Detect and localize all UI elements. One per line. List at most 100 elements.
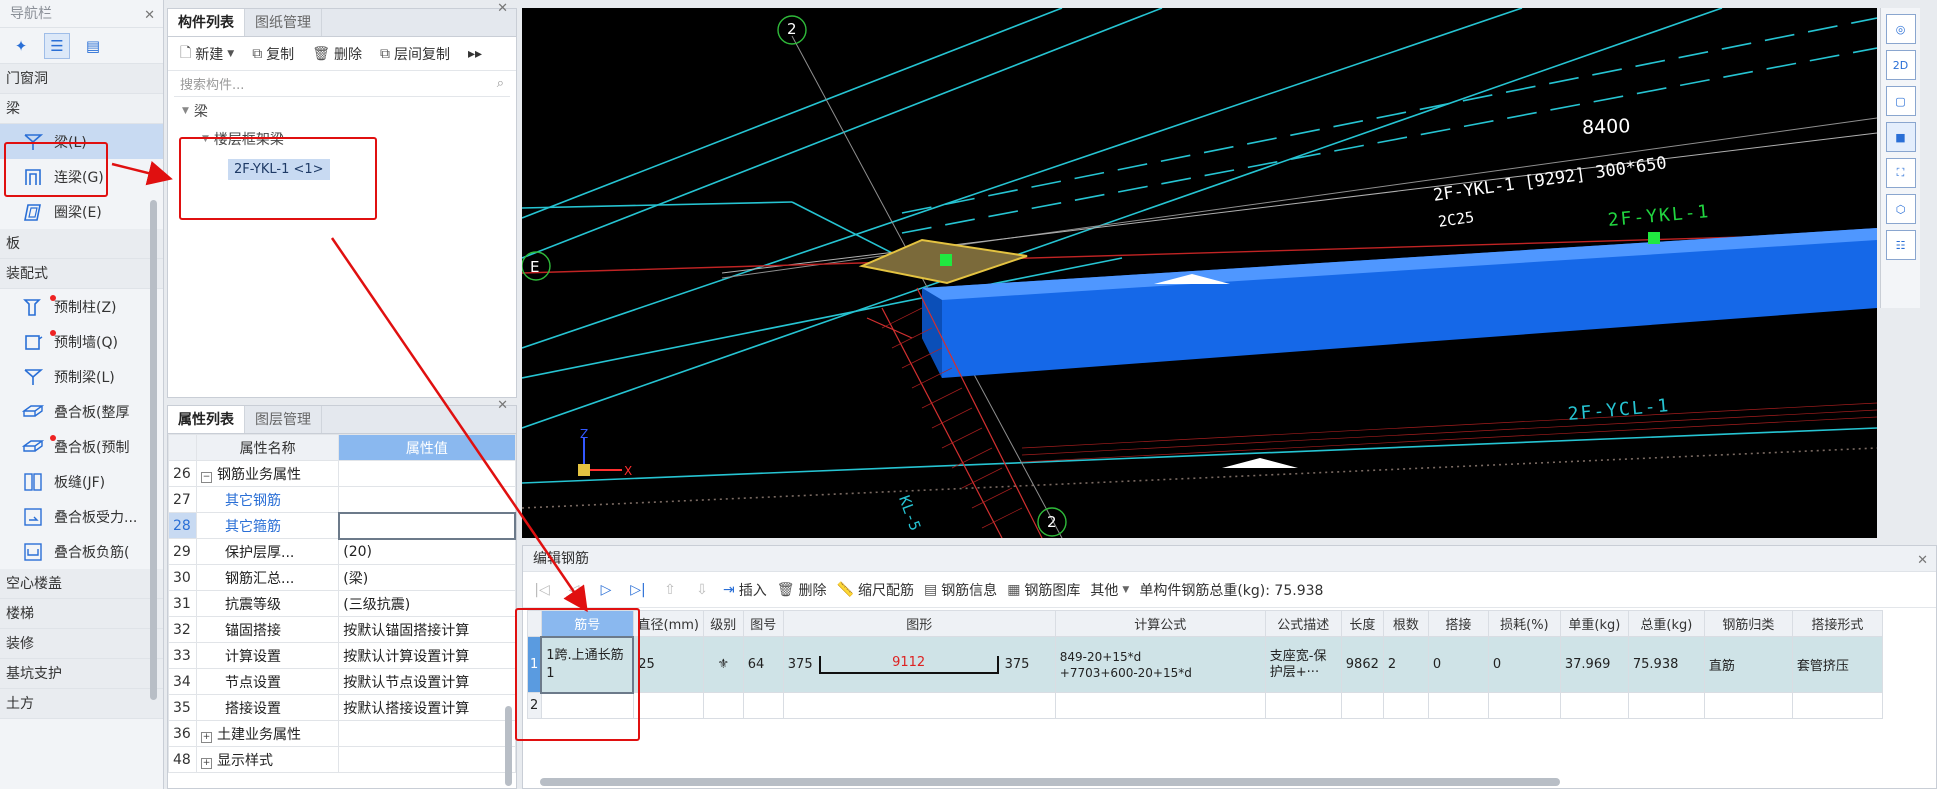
table-row[interactable]: 29 保护层厚... (20) — [168, 538, 516, 565]
cell-empty[interactable] — [1054, 692, 1266, 719]
expand-icon[interactable]: + — [201, 731, 212, 743]
table-row[interactable]: 33 计算设置 按默认计算设置计算 — [168, 642, 516, 669]
expand-icon[interactable]: + — [201, 757, 212, 769]
property-name[interactable]: + 土建业务属性 — [195, 720, 340, 747]
property-value[interactable] — [338, 746, 516, 773]
more-icon[interactable]: ▸▸ — [462, 46, 488, 62]
nav-cat-decoration[interactable]: 装修 — [0, 629, 163, 659]
scale-rebar-button[interactable]: 📏 缩尺配筋 — [837, 580, 914, 600]
cell-empty[interactable] — [1627, 692, 1705, 719]
close-icon[interactable]: ✕ — [497, 398, 508, 413]
table-row[interactable]: 2 — [527, 692, 1883, 719]
property-value[interactable]: (梁) — [338, 564, 516, 591]
table-row[interactable]: 36 + 土建业务属性 — [168, 720, 516, 747]
other-menu[interactable]: 其他 ▼ — [1090, 580, 1129, 600]
solid-cube-icon[interactable]: ■ — [1885, 122, 1916, 152]
cell-empty[interactable] — [782, 692, 1056, 719]
first-record-icon[interactable]: |◁ — [531, 582, 553, 598]
cell-shape[interactable]: 375 9112 375 — [782, 636, 1056, 693]
tree-node-beam[interactable]: ▼ 梁 — [168, 97, 516, 125]
view-3d-cube-icon[interactable]: ▢ — [1885, 86, 1916, 116]
insert-button[interactable]: ⇥ 插入 — [723, 580, 767, 600]
tab-drawing-management[interactable]: 图纸管理 — [245, 9, 322, 36]
nav-cat-stairs[interactable]: 楼梯 — [0, 599, 163, 629]
3d-viewport[interactable]: Z X 2 E 2 8400 2F-YKL-1 [9292] 300*650 2… — [522, 8, 1877, 538]
nav-cat-beam[interactable]: 梁 — [0, 94, 163, 124]
property-value[interactable] — [338, 460, 516, 487]
iso-view-icon[interactable]: ⬡ — [1885, 194, 1916, 224]
property-value[interactable]: 按默认搭接设置计算 — [338, 694, 516, 721]
property-value[interactable] — [338, 486, 516, 513]
property-scrollbar[interactable] — [505, 706, 512, 786]
rebar-library-button[interactable]: ▦ 钢筋图库 — [1007, 580, 1080, 600]
move-down-icon[interactable]: ⇩ — [691, 582, 713, 598]
cell-empty[interactable] — [1382, 692, 1429, 719]
nav-item-ring-beam[interactable]: 圈梁(E) — [0, 194, 163, 229]
cell-lap[interactable]: 0 — [1427, 636, 1489, 693]
search-input[interactable]: 搜索构件... ⌕ — [174, 71, 510, 97]
rebar-horizontal-scrollbar[interactable] — [540, 778, 1560, 786]
cell-count[interactable]: 2 — [1382, 636, 1429, 693]
cell-grade[interactable]: ⚜ — [702, 636, 744, 693]
nav-item-prefab-column[interactable]: 预制柱(Z) — [0, 289, 163, 324]
cell-formula[interactable]: 849-20+15*d +7703+600-20+15*d — [1054, 636, 1266, 693]
tab-layer-management[interactable]: 图层管理 — [245, 406, 322, 433]
table-row[interactable]: 27 其它钢筋 — [168, 486, 516, 513]
table-row[interactable]: 34 节点设置 按默认节点设置计算 — [168, 668, 516, 695]
nav-cat-prefab[interactable]: 装配式 — [0, 259, 163, 289]
close-icon[interactable]: ✕ — [144, 2, 155, 30]
delete-button[interactable]: 🗑 删除 — [777, 580, 827, 600]
table-row[interactable]: 1 1跨.上通长筋1 25 ⚜ 64 375 9112 375 849-20+1… — [527, 635, 1883, 694]
nav-item-composite-slab-prefab[interactable]: 叠合板(预制 — [0, 429, 163, 464]
floor-copy-button[interactable]: ⧉ 层间复制 — [374, 44, 456, 64]
view-2d-button[interactable]: 2D — [1885, 50, 1916, 80]
cell-formula-desc[interactable]: 支座宽-保 护层+··· — [1264, 636, 1342, 693]
next-record-icon[interactable]: ▷ — [595, 582, 617, 598]
cell-diameter[interactable]: 25 — [632, 636, 704, 693]
tab-property-list[interactable]: 属性列表 — [168, 406, 245, 433]
collapse-icon[interactable]: − — [201, 471, 212, 483]
cell-empty[interactable] — [1487, 692, 1561, 719]
property-value[interactable] — [337, 511, 517, 540]
nav-cat-earthwork[interactable]: 土方 — [0, 689, 163, 719]
cad-drawing[interactable]: Z X — [522, 8, 1877, 538]
cell-empty[interactable] — [702, 692, 744, 719]
copy-button[interactable]: ⧉ 复制 — [246, 44, 300, 64]
detail-view-icon[interactable]: ▤ — [80, 33, 106, 59]
close-icon[interactable]: ✕ — [1917, 548, 1928, 574]
property-name[interactable]: + 显示样式 — [195, 746, 340, 773]
nav-cat-slab[interactable]: 板 — [0, 229, 163, 259]
cell-empty[interactable] — [632, 692, 704, 719]
fullscreen-icon[interactable]: ⛶ — [1885, 158, 1916, 188]
cell-empty[interactable] — [1703, 692, 1793, 719]
table-row[interactable]: 48 + 显示样式 — [168, 746, 516, 773]
nav-cat-foundation-support[interactable]: 基坑支护 — [0, 659, 163, 689]
new-button[interactable]: 🗋 新建 ▼ — [174, 42, 240, 66]
table-row[interactable]: 28 其它箍筋 — [168, 511, 517, 540]
property-value[interactable]: 按默认计算设置计算 — [338, 642, 516, 669]
nav-cat-hollow-floor[interactable]: 空心楼盖 — [0, 569, 163, 599]
cell-empty[interactable] — [1264, 692, 1342, 719]
cell-empty[interactable] — [1559, 692, 1629, 719]
cell-loss[interactable]: 0 — [1487, 636, 1561, 693]
property-value[interactable]: (20) — [338, 538, 516, 565]
cell-empty[interactable] — [1427, 692, 1489, 719]
nav-scrollbar[interactable] — [150, 200, 157, 700]
close-icon[interactable]: ✕ — [497, 1, 508, 16]
list-view-icon[interactable]: ☰ — [44, 32, 70, 59]
property-value[interactable]: 按默认节点设置计算 — [338, 668, 516, 695]
tab-component-list[interactable]: 构件列表 — [168, 9, 245, 36]
nav-item-slab-negative-rebar[interactable]: 叠合板负筋( — [0, 534, 163, 569]
property-value[interactable]: (三级抗震) — [338, 590, 516, 617]
settings-list-icon[interactable]: ☷ — [1885, 230, 1916, 260]
nav-item-slab-force-rebar[interactable]: 叠合板受力... — [0, 499, 163, 534]
property-value[interactable] — [338, 720, 516, 747]
table-row[interactable]: 31 抗震等级 (三级抗震) — [168, 590, 516, 617]
orbit-icon[interactable]: ◎ — [1885, 14, 1916, 44]
rebar-info-button[interactable]: ▤ 钢筋信息 — [924, 580, 997, 600]
cell-empty[interactable] — [1340, 692, 1384, 719]
cell-empty[interactable] — [1791, 692, 1883, 719]
cell-length[interactable]: 9862 — [1340, 636, 1384, 693]
cell-category[interactable]: 直筋 — [1703, 636, 1793, 693]
nav-item-prefab-wall[interactable]: 预制墙(Q) — [0, 324, 163, 359]
